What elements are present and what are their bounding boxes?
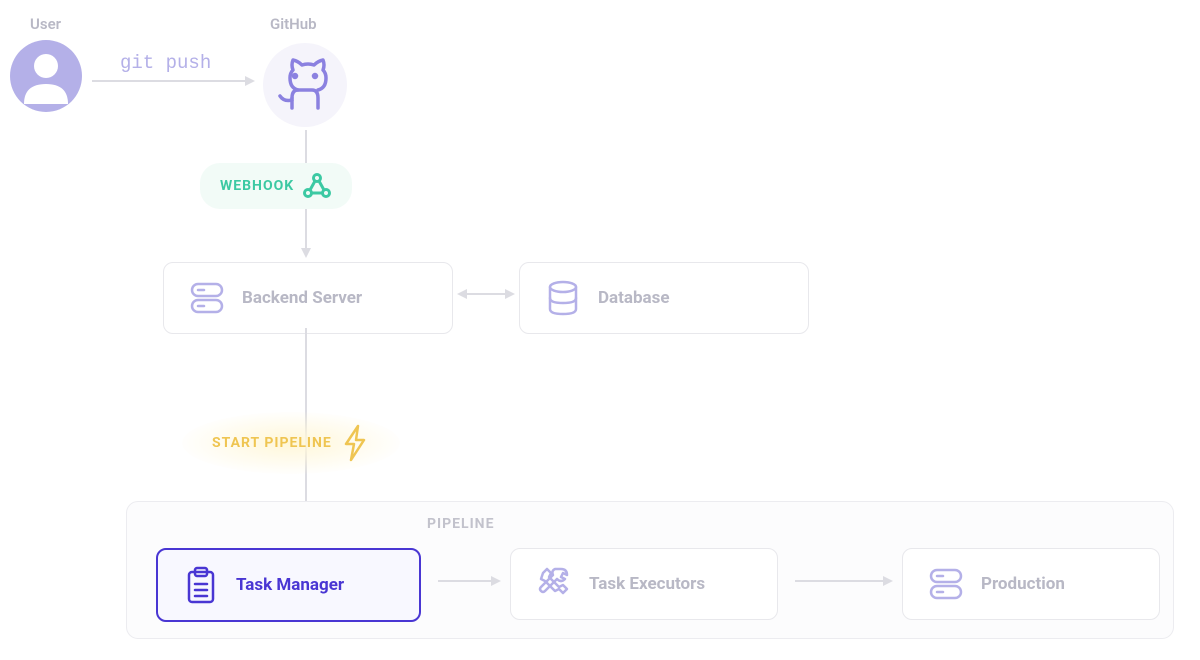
task-executors-node: Task Executors (510, 548, 778, 620)
arrow-backend-database (465, 293, 507, 295)
task-manager-node: Task Manager (156, 548, 421, 622)
start-pipeline-text: START PIPELINE (212, 435, 332, 451)
architecture-diagram: User GitHub git push WEBHOO (0, 0, 1200, 660)
start-pipeline-badge: START PIPELINE (182, 412, 400, 474)
backend-server-label: Backend Server (242, 288, 362, 308)
database-label: Database (598, 288, 670, 308)
backend-server-node: Backend Server (163, 262, 453, 334)
database-node: Database (519, 262, 809, 334)
webhook-text: WEBHOOK (220, 178, 294, 194)
task-executors-label: Task Executors (589, 574, 705, 594)
arrow-executors-production (795, 580, 885, 582)
tools-icon (533, 563, 575, 605)
production-label: Production (981, 574, 1065, 594)
github-label: GitHub (270, 15, 317, 33)
pipeline-label: PIPELINE (427, 516, 494, 532)
database-icon (542, 277, 584, 319)
clipboard-icon (180, 564, 222, 606)
github-icon (260, 40, 350, 134)
task-manager-label: Task Manager (236, 575, 344, 595)
server-icon (925, 563, 967, 605)
production-node: Production (902, 548, 1160, 620)
webhook-icon (302, 171, 332, 201)
server-icon (186, 277, 228, 319)
user-avatar-icon (10, 40, 82, 116)
arrow-user-github (92, 80, 247, 82)
user-label: User (30, 15, 61, 33)
lightning-icon (340, 424, 370, 462)
webhook-badge: WEBHOOK (200, 163, 352, 209)
arrow-taskmanager-executors (438, 580, 493, 582)
git-push-label: git push (120, 52, 211, 74)
